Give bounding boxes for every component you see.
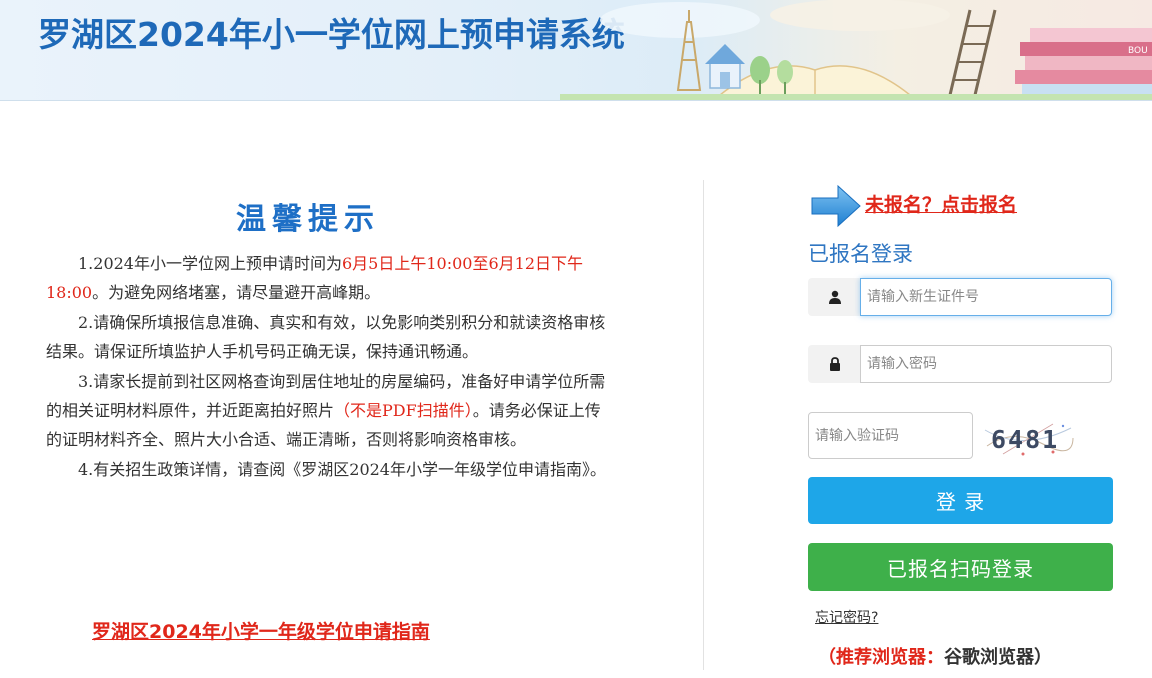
lock-icon — [808, 345, 860, 383]
notice-item-2: 2.请确保所填报信息准确、真实和有效，以免影响类别积分和就读资格审核结果。请保证… — [46, 312, 606, 362]
user-icon — [808, 278, 860, 316]
password-input-group — [808, 345, 1112, 383]
register-link[interactable]: 未报名？点击报名 — [865, 190, 1017, 217]
header-banner: 罗湖区2024年小一学位网上预申请系统 BOU — [0, 0, 1152, 101]
column-divider — [703, 180, 704, 670]
login-title: 已报名登录 — [808, 242, 913, 266]
browser-value: 谷歌浏览器） — [944, 647, 1052, 668]
id-input-group — [808, 278, 1112, 316]
id-number-input[interactable] — [860, 278, 1112, 316]
browser-recommendation: （推荐浏览器：谷歌浏览器） — [818, 643, 1052, 669]
login-button[interactable]: 登 录 — [808, 477, 1113, 524]
svg-text:6481: 6481 — [991, 425, 1059, 454]
scan-login-button[interactable]: 已报名扫码登录 — [808, 543, 1113, 591]
admission-guide-link[interactable]: 罗湖区2024年小学一年级学位申请指南 — [92, 617, 430, 644]
notice-item-4: 4.有关招生政策详情，请查阅《罗湖区2024年小学一年级学位申请指南》。 — [78, 459, 606, 479]
notice-item-3: 3.请家长提前到社区网格查询到居住地址的房屋编码，准备好申请学位所需的相关证明材… — [46, 371, 606, 450]
site-title: 罗湖区2024年小一学位网上预申请系统 — [38, 15, 625, 54]
browser-label: （推荐浏览器： — [818, 647, 944, 668]
notice-item-1: 1.2024年小一学位网上预申请时间为6月5日上午10:00至6月12日下午18… — [46, 254, 584, 303]
password-input[interactable] — [860, 345, 1112, 383]
captcha-input[interactable] — [808, 412, 973, 459]
notice-body: 1.2024年小一学位网上预申请时间为6月5日上午10:00至6月12日下午18… — [46, 249, 606, 484]
svg-text:BOU: BOU — [1128, 46, 1148, 56]
arrow-right-icon — [811, 184, 861, 228]
banner-illustration: BOU — [560, 0, 1152, 100]
forgot-password-link[interactable]: 忘记密码? — [815, 607, 878, 627]
notice-title: 温馨提示 — [236, 202, 380, 237]
captcha-image[interactable]: 6481 — [983, 416, 1075, 460]
